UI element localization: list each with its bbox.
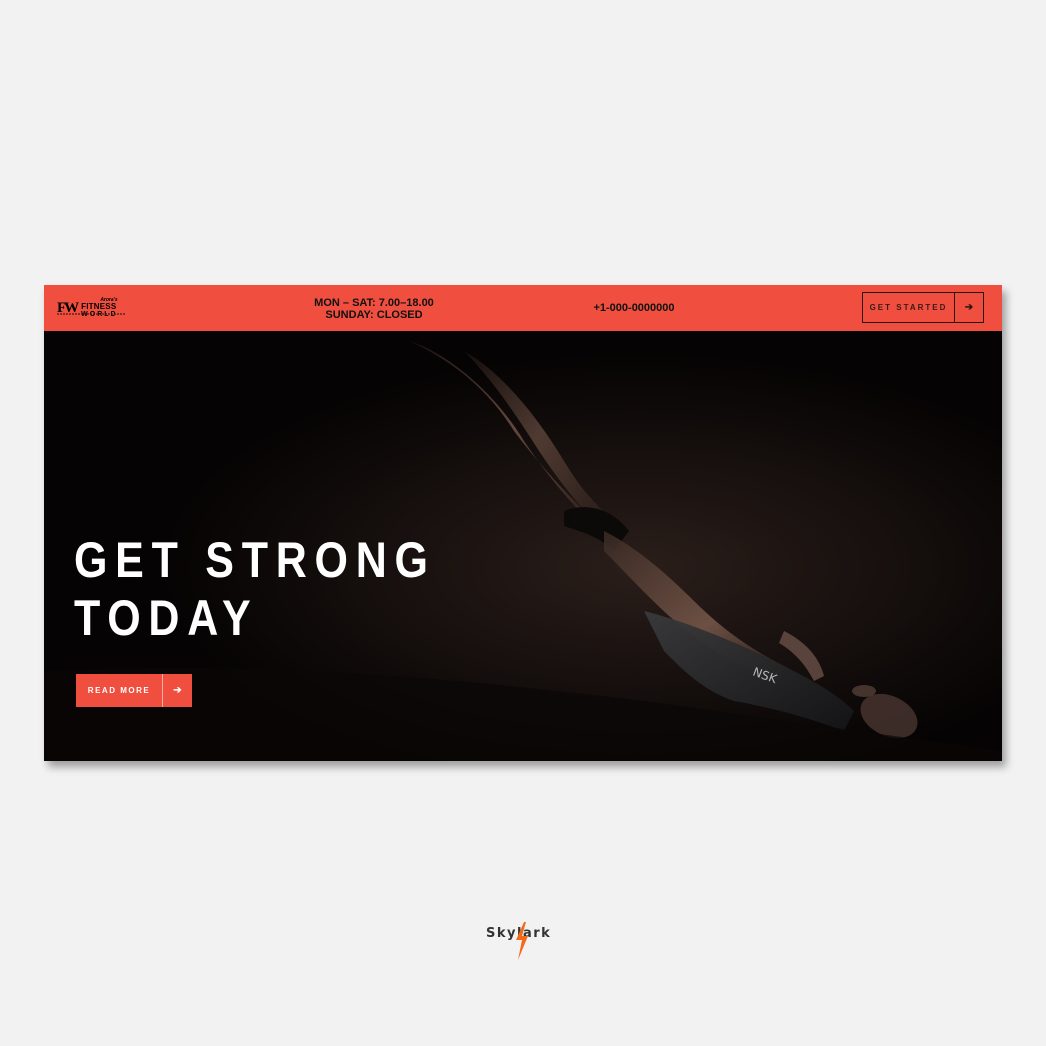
logo-line-fitness: FITNESS [81,302,117,311]
arrow-right-icon: ➔ [964,302,974,313]
phone-number[interactable]: +1-000-0000000 [584,302,684,314]
headline-line-2: TODAY [74,590,259,646]
arrow-right-icon: ➔ [173,685,182,696]
skylark-watermark: Skylark [486,922,562,962]
hours-weekdays: MON – SAT: 7.00–18.00 [314,297,434,309]
website-mockup: FW Arora's FITNESS WORLD MON – SAT: 7.00… [44,285,1002,761]
read-more-label: READ MORE [87,686,151,695]
hours-sunday: SUNDAY: CLOSED [325,309,423,321]
get-started-button[interactable]: GET STARTED ➔ [862,292,984,323]
opening-hours: MON – SAT: 7.00–18.00 SUNDAY: CLOSED [299,297,449,321]
brand-logo[interactable]: FW Arora's FITNESS WORLD [57,296,127,320]
hero-headline: GET STRONG TODAY [74,531,436,647]
hero-section: NSK GET STRONG TODAY READ MORE ➔ [44,331,1002,761]
logo-tagline-decoration [57,313,125,315]
headline-line-1: GET STRONG [74,532,436,588]
read-more-button[interactable]: READ MORE ➔ [76,674,192,707]
lightning-bolt-icon [516,922,528,960]
logo-wordmark: Arora's FITNESS WORLD [81,298,117,319]
top-bar: FW Arora's FITNESS WORLD MON – SAT: 7.00… [44,285,1002,331]
get-started-label: GET STARTED [869,303,948,312]
